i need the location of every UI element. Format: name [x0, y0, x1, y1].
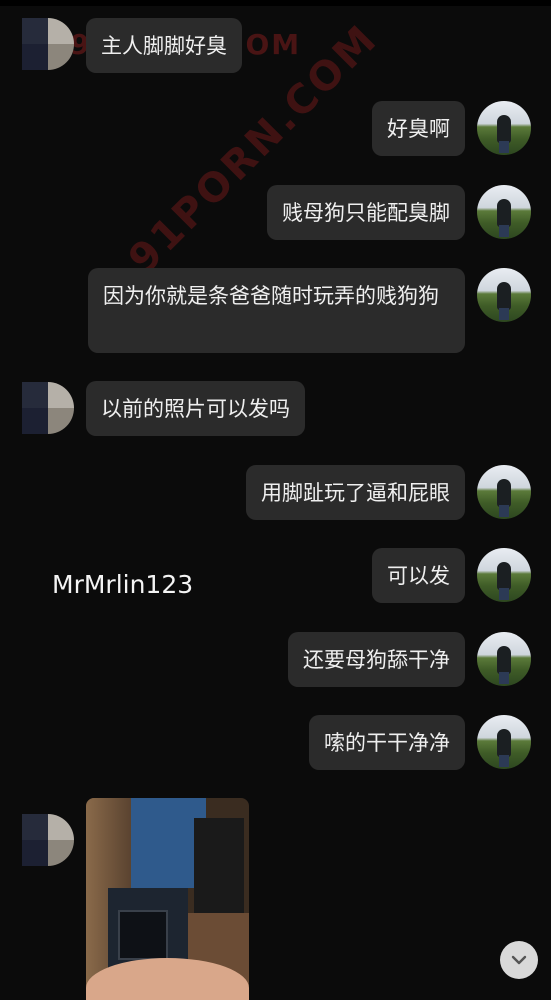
contact-avatar[interactable] — [22, 814, 74, 866]
message-text: 贱母狗只能配臭脚 — [282, 201, 450, 225]
contact-avatar[interactable] — [22, 18, 74, 70]
top-edge — [0, 0, 551, 6]
message-text: 以前的照片可以发吗 — [101, 397, 290, 421]
my-avatar[interactable] — [477, 185, 531, 239]
my-avatar[interactable] — [477, 268, 531, 322]
message-text: 可以发 — [387, 564, 450, 588]
message-bubble[interactable]: 嗦的干干净净 — [309, 715, 465, 770]
contact-avatar[interactable] — [22, 382, 74, 434]
my-avatar[interactable] — [477, 632, 531, 686]
message-bubble[interactable]: 可以发 — [372, 548, 465, 603]
message-text: 主人脚脚好臭 — [101, 34, 227, 58]
image-message[interactable] — [86, 798, 249, 1000]
message-bubble[interactable]: 好臭啊 — [372, 101, 465, 156]
my-avatar[interactable] — [477, 715, 531, 769]
my-avatar[interactable] — [477, 465, 531, 519]
message-bubble[interactable]: 因为你就是条爸爸随时玩弄的贱狗狗 — [88, 268, 465, 353]
message-bubble[interactable]: 贱母狗只能配臭脚 — [267, 185, 465, 240]
message-bubble[interactable]: 主人脚脚好臭 — [86, 18, 242, 73]
my-avatar[interactable] — [477, 548, 531, 602]
scroll-down-button[interactable] — [500, 941, 538, 979]
message-text: 还要母狗舔干净 — [303, 648, 450, 672]
message-bubble[interactable]: 还要母狗舔干净 — [288, 632, 465, 687]
message-text: 嗦的干干净净 — [324, 731, 450, 755]
message-bubble[interactable]: 以前的照片可以发吗 — [86, 381, 305, 436]
my-avatar[interactable] — [477, 101, 531, 155]
message-text: 好臭啊 — [387, 117, 450, 141]
chevron-down-icon — [511, 955, 527, 965]
message-text: 因为你就是条爸爸随时玩弄的贱狗狗 — [103, 284, 439, 308]
message-bubble[interactable]: 用脚趾玩了逼和屁眼 — [246, 465, 465, 520]
username-overlay: MrMrlin123 — [52, 570, 194, 599]
message-text: 用脚趾玩了逼和屁眼 — [261, 481, 450, 505]
